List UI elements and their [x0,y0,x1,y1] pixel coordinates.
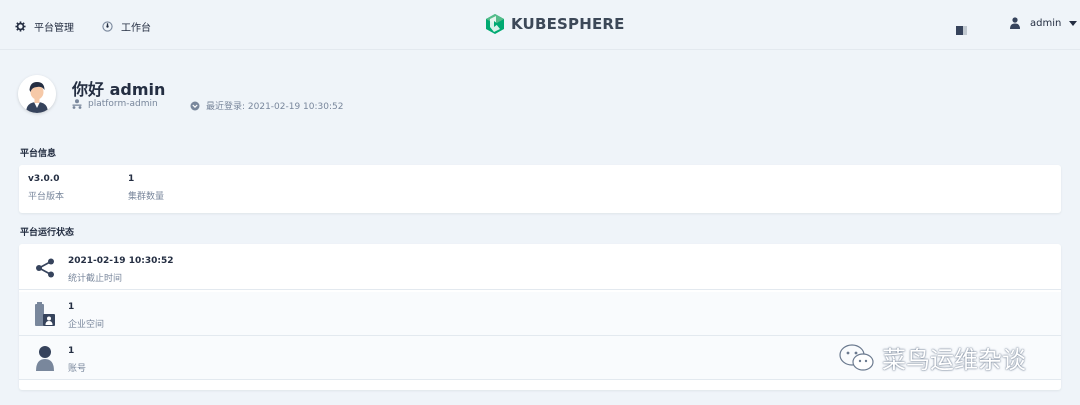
user-menu[interactable]: admin [1010,17,1078,29]
platform-version-value: v3.0.0 [28,174,60,184]
nav-workbench[interactable]: 工作台 [101,17,151,35]
dashboard-icon [101,20,113,32]
platform-info-title: 平台信息 [20,149,57,159]
platform-status-title: 平台运行状态 [20,228,75,238]
status-workspaces-value: 1 [68,302,75,312]
last-login: 最近登录: 2021-02-19 10:30:52 [190,99,343,112]
user-icon [31,344,59,372]
watermark-text: 菜鸟运维杂谈 [882,346,1026,374]
greeting-title: 你好 admin [72,80,166,99]
top-bar: 平台管理 工作台 KUBESPHERE admin [0,0,1080,50]
platform-version: v3.0.0 平台版本 [28,174,64,202]
status-time-label: 统计截止时间 [68,274,123,284]
role-text: platform-admin [88,99,158,109]
status-workspaces-label: 企业空间 [68,320,105,330]
cluster-count-label: 集群数量 [128,192,165,202]
logo-text: KUBESPHERE [511,15,625,33]
status-accounts-label: 账号 [68,364,87,374]
kubesphere-logo[interactable]: KUBESPHERE [485,13,625,35]
cluster-count-value: 1 [128,174,135,184]
user-role: platform-admin [72,99,158,109]
gear-icon [14,20,26,32]
kubesphere-logo-icon [486,14,504,34]
layout-toggle-icon[interactable] [956,20,967,39]
status-row-workspaces[interactable]: 1 企业空间 [19,292,1061,336]
chevron-down-icon [1069,20,1078,26]
workspace-icon [31,300,59,328]
status-accounts-value: 1 [68,346,75,356]
user-icon [1010,17,1020,29]
status-row-time: 2021-02-19 10:30:52 统计截止时间 [19,246,1061,290]
wechat-icon [838,343,876,373]
platform-version-label: 平台版本 [28,192,65,202]
login-time-icon [190,101,200,111]
cluster-count: 1 集群数量 [128,174,164,202]
last-login-text: 最近登录: 2021-02-19 10:30:52 [206,102,344,112]
role-icon [72,99,82,109]
nav-platform-management[interactable]: 平台管理 [14,17,74,35]
share-nodes-icon [31,254,59,282]
watermark: 菜鸟运维杂谈 [838,340,1026,375]
platform-info-card: v3.0.0 平台版本 1 集群数量 [19,165,1061,213]
nav-platform-label: 平台管理 [34,22,74,34]
avatar[interactable] [18,75,56,113]
nav-workbench-label: 工作台 [121,22,151,34]
status-time-value: 2021-02-19 10:30:52 [68,256,174,266]
user-name: admin [1030,17,1062,29]
